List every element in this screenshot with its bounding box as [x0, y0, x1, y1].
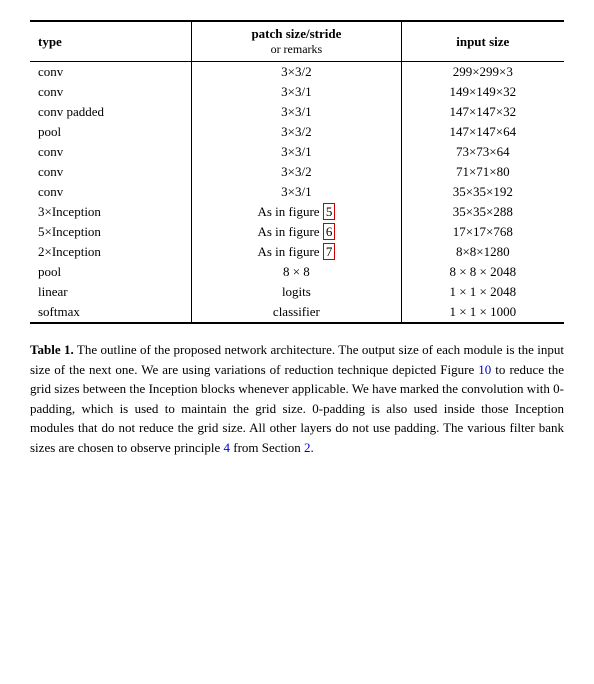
cell-patch: logits	[192, 282, 401, 302]
cell-input: 8 × 8 × 2048	[401, 262, 564, 282]
cell-type: conv	[30, 142, 192, 162]
col-patch-header: patch size/stride or remarks	[192, 21, 401, 62]
cell-type: softmax	[30, 302, 192, 323]
cell-input: 17×17×768	[401, 222, 564, 242]
cell-patch: 8 × 8	[192, 262, 401, 282]
cell-patch: 3×3/1	[192, 82, 401, 102]
cell-input: 71×71×80	[401, 162, 564, 182]
caption-text3: from Section	[230, 440, 304, 455]
cell-patch: 3×3/2	[192, 62, 401, 83]
cell-type: linear	[30, 282, 192, 302]
cell-type: conv	[30, 182, 192, 202]
cell-input: 8×8×1280	[401, 242, 564, 262]
ref-10-link[interactable]: 10	[478, 362, 491, 377]
cell-type: conv padded	[30, 102, 192, 122]
cell-type: conv	[30, 62, 192, 83]
cell-patch: As in figure 7	[192, 242, 401, 262]
table-row: 3×InceptionAs in figure 535×35×288	[30, 202, 564, 222]
cell-patch: 3×3/1	[192, 102, 401, 122]
cell-patch: As in figure 5	[192, 202, 401, 222]
table-caption: Table 1. The outline of the proposed net…	[30, 340, 564, 457]
cell-input: 35×35×192	[401, 182, 564, 202]
table-row: softmaxclassifier1 × 1 × 1000	[30, 302, 564, 323]
table-row: linearlogits1 × 1 × 2048	[30, 282, 564, 302]
cell-type: conv	[30, 162, 192, 182]
table-row: 2×InceptionAs in figure 78×8×1280	[30, 242, 564, 262]
cell-input: 299×299×3	[401, 62, 564, 83]
table-row: conv3×3/1149×149×32	[30, 82, 564, 102]
table-row: conv3×3/173×73×64	[30, 142, 564, 162]
cell-patch: classifier	[192, 302, 401, 323]
cell-type: pool	[30, 122, 192, 142]
cell-input: 147×147×64	[401, 122, 564, 142]
table-row: pool3×3/2147×147×64	[30, 122, 564, 142]
cell-patch: 3×3/2	[192, 122, 401, 142]
cell-type: 3×Inception	[30, 202, 192, 222]
cell-type: pool	[30, 262, 192, 282]
cell-type: 2×Inception	[30, 242, 192, 262]
cell-input: 1 × 1 × 2048	[401, 282, 564, 302]
table-row: conv3×3/2299×299×3	[30, 62, 564, 83]
col-type-header: type	[30, 21, 192, 62]
cell-type: 5×Inception	[30, 222, 192, 242]
caption-label: Table 1.	[30, 342, 74, 357]
cell-type: conv	[30, 82, 192, 102]
caption-text4: .	[311, 440, 314, 455]
cell-patch: 3×3/2	[192, 162, 401, 182]
table-row: 5×InceptionAs in figure 617×17×768	[30, 222, 564, 242]
table-row: conv3×3/271×71×80	[30, 162, 564, 182]
cell-input: 147×147×32	[401, 102, 564, 122]
cell-patch: 3×3/1	[192, 142, 401, 162]
cell-input: 35×35×288	[401, 202, 564, 222]
cell-input: 73×73×64	[401, 142, 564, 162]
table-row: conv3×3/135×35×192	[30, 182, 564, 202]
table-row: conv padded3×3/1147×147×32	[30, 102, 564, 122]
cell-patch: As in figure 6	[192, 222, 401, 242]
cell-patch: 3×3/1	[192, 182, 401, 202]
cell-input: 1 × 1 × 1000	[401, 302, 564, 323]
table-row: pool8 × 88 × 8 × 2048	[30, 262, 564, 282]
cell-input: 149×149×32	[401, 82, 564, 102]
architecture-table: type patch size/stride or remarks input …	[30, 20, 564, 324]
col-input-header: input size	[401, 21, 564, 62]
